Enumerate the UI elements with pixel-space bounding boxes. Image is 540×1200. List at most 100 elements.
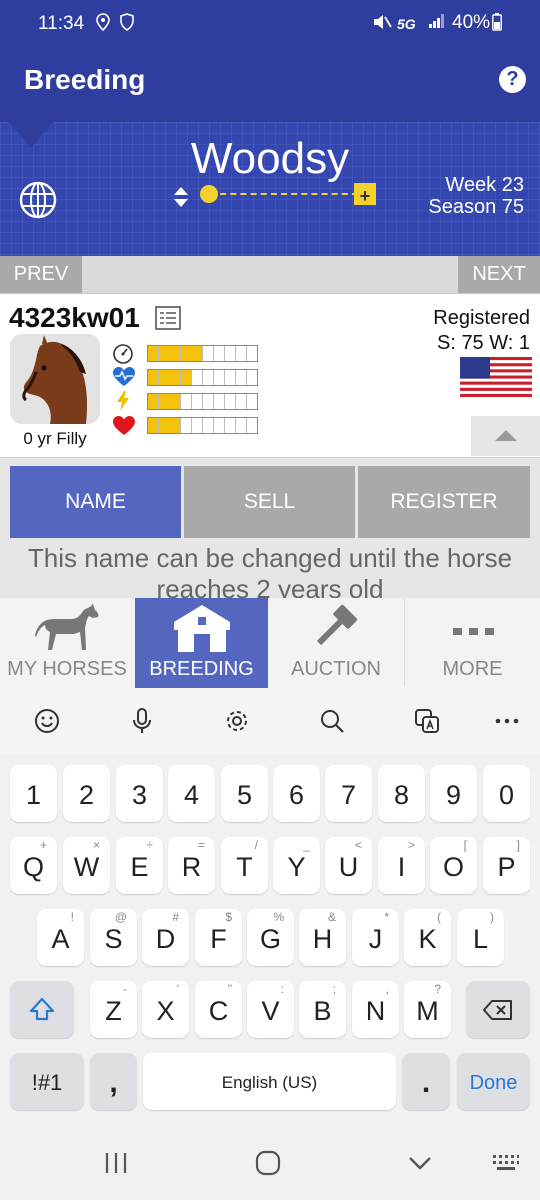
back-chevron-icon[interactable]	[408, 1156, 432, 1175]
key-5[interactable]: 5	[221, 765, 268, 822]
key-g[interactable]: G%	[247, 909, 294, 966]
stat-segment	[203, 394, 214, 409]
stat-segment	[170, 418, 181, 433]
stat-segment	[225, 394, 236, 409]
key-alt-char: ÷	[146, 838, 153, 852]
search-icon[interactable]	[313, 702, 351, 740]
key-u[interactable]: U <	[325, 837, 372, 894]
keyboard-switch-icon[interactable]	[492, 1154, 520, 1177]
key-7[interactable]: 7	[325, 765, 372, 822]
key-char: N	[365, 996, 386, 1026]
help-button[interactable]: ?	[499, 66, 526, 93]
stat-segment	[192, 370, 203, 385]
backspace-icon	[483, 999, 513, 1021]
key-s[interactable]: S @	[90, 909, 137, 966]
key-0[interactable]: 0	[483, 765, 530, 822]
battery-icon	[492, 13, 502, 36]
stat-segment	[236, 394, 247, 409]
tab-breeding[interactable]: BREEDING	[135, 598, 268, 688]
key-alt-char: !	[70, 910, 74, 924]
home-icon[interactable]	[255, 1150, 281, 1181]
tab-label: MY HORSES	[7, 658, 127, 680]
globe-icon[interactable]	[18, 180, 58, 225]
key-n[interactable]: N,	[352, 981, 399, 1038]
key-i[interactable]: I >	[378, 837, 425, 894]
key-o[interactable]: O[	[430, 837, 477, 894]
key-alt-char: (	[437, 910, 441, 924]
recent-apps-icon[interactable]	[104, 1152, 128, 1179]
tab-auction[interactable]: AUCTION	[269, 598, 403, 688]
next-button[interactable]: NEXT	[458, 256, 540, 293]
horse-card[interactable]: 4323kw01 0 yr Filly Registered S: 75 W: …	[0, 293, 540, 458]
more-options-icon[interactable]	[488, 702, 526, 740]
stable-banner: Woodsy + Week 23 Season 75	[0, 122, 540, 256]
done-key[interactable]: Done	[457, 1053, 530, 1110]
key-char: O	[442, 852, 464, 882]
stat-segment	[203, 346, 214, 361]
backspace-key[interactable]	[466, 981, 530, 1038]
key-char: J	[368, 924, 383, 954]
stat-bar-energy	[147, 393, 258, 410]
key-r[interactable]: R =	[168, 837, 215, 894]
key-d[interactable]: D #	[142, 909, 189, 966]
status-bar: 11:34 5G 40%	[0, 0, 540, 46]
key-char: V	[261, 996, 280, 1026]
tab-label: BREEDING	[149, 658, 254, 680]
key-k[interactable]: K(	[404, 909, 451, 966]
key-f[interactable]: F $	[195, 909, 242, 966]
key-3[interactable]: 3	[116, 765, 163, 822]
key-char: T	[236, 852, 253, 882]
key-1[interactable]: 1	[10, 765, 57, 822]
shift-arrow-icon	[29, 997, 55, 1021]
notes-icon[interactable]	[155, 306, 181, 335]
key-4[interactable]: 4	[168, 765, 215, 822]
key-9[interactable]: 9	[430, 765, 477, 822]
tab-my-horses[interactable]: MY HORSES	[0, 598, 134, 688]
register-button[interactable]: REGISTER	[358, 466, 530, 538]
sort-icon[interactable]	[172, 186, 190, 213]
status-time: 11:34	[38, 13, 85, 34]
tab-more[interactable]: MORE	[405, 598, 540, 688]
key-z[interactable]: Z-	[90, 981, 137, 1038]
key-e[interactable]: E ÷	[116, 837, 163, 894]
key-y[interactable]: Y _	[273, 837, 320, 894]
comma-key[interactable]: ,	[90, 1053, 137, 1110]
key-char: I	[397, 852, 406, 882]
key-v[interactable]: V:	[247, 981, 294, 1038]
key-char: F	[210, 924, 227, 954]
key-6[interactable]: 6	[273, 765, 320, 822]
key-x[interactable]: X '	[142, 981, 189, 1038]
key-l[interactable]: L)	[457, 909, 504, 966]
emoji-icon[interactable]	[28, 702, 66, 740]
collapse-button[interactable]	[471, 416, 540, 456]
key-h[interactable]: H &	[299, 909, 346, 966]
key-c[interactable]: C "	[195, 981, 242, 1038]
key-char: B	[313, 996, 332, 1026]
name-button[interactable]: NAME	[10, 466, 181, 538]
shift-key[interactable]	[10, 981, 74, 1038]
key-2[interactable]: 2	[63, 765, 110, 822]
key-q[interactable]: Q +	[10, 837, 57, 894]
season-label: Season 75	[428, 196, 524, 218]
key-alt-char: ?	[434, 982, 441, 996]
prev-button[interactable]: PREV	[0, 256, 82, 293]
key-p[interactable]: P]	[483, 837, 530, 894]
key-m[interactable]: M?	[404, 981, 451, 1038]
plus-button[interactable]: +	[354, 183, 376, 206]
key-a[interactable]: A!	[37, 909, 84, 966]
space-key[interactable]: English (US)	[143, 1053, 396, 1110]
key-8[interactable]: 8	[378, 765, 425, 822]
key-t[interactable]: T /	[221, 837, 268, 894]
microphone-icon[interactable]	[123, 702, 161, 740]
stat-segment	[192, 394, 203, 409]
sell-button[interactable]: SELL	[184, 466, 355, 538]
translate-icon[interactable]	[408, 702, 446, 740]
progress-knob[interactable]	[200, 185, 218, 203]
key-b[interactable]: B;	[299, 981, 346, 1038]
key-w[interactable]: W ×	[63, 837, 110, 894]
settings-gear-icon[interactable]	[218, 702, 256, 740]
symbols-key[interactable]: !#1	[10, 1053, 84, 1110]
key-char: K	[418, 924, 437, 954]
key-j[interactable]: J *	[352, 909, 399, 966]
period-key[interactable]: .	[402, 1053, 450, 1110]
